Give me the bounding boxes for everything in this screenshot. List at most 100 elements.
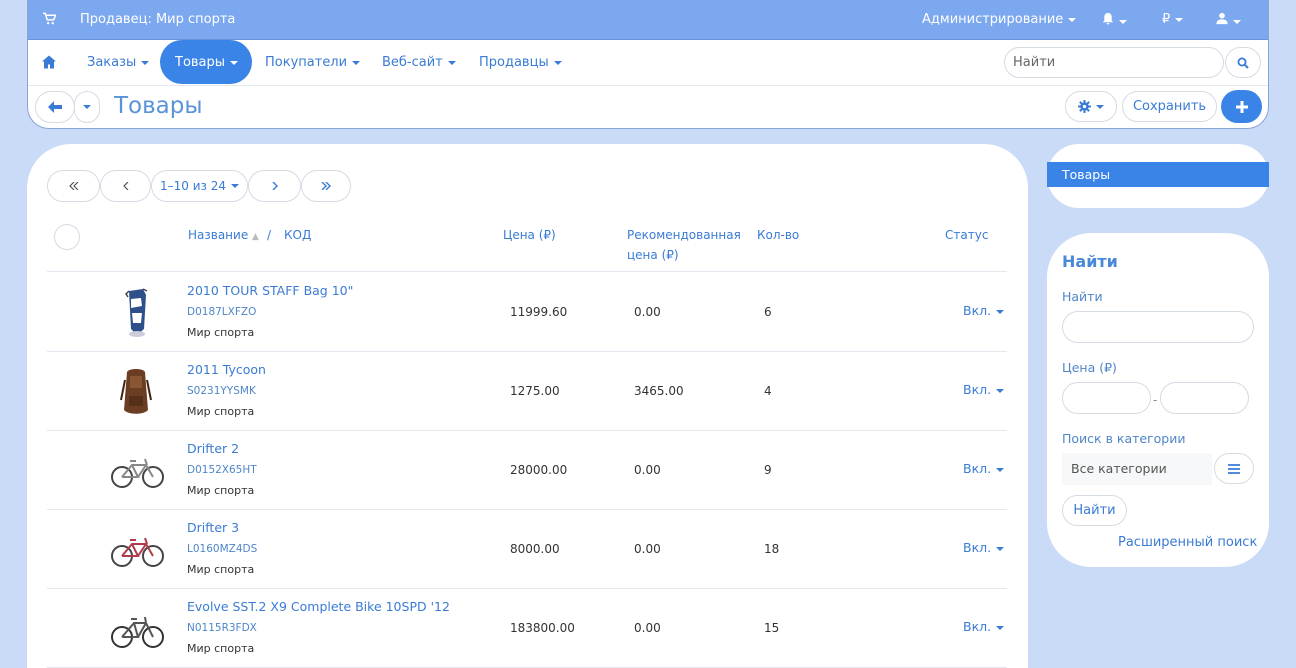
sort-asc-icon: ▲	[252, 232, 259, 242]
admin-menu-label: Администрирование	[922, 12, 1064, 27]
product-name-link[interactable]: 2010 TOUR STAFF Bag 10"	[187, 283, 353, 298]
status-dropdown[interactable]: Вкл.	[963, 540, 1005, 555]
nav-website[interactable]: Веб-сайт	[382, 55, 456, 70]
plus-icon	[1235, 100, 1248, 113]
sort-by-name[interactable]: Название ▲	[188, 225, 259, 247]
prev-page-button[interactable]	[100, 170, 151, 202]
nav-products-label: Товары	[175, 55, 226, 70]
price-range-dash: -	[1153, 393, 1158, 407]
first-page-button[interactable]	[47, 170, 100, 202]
chevron-down-icon	[230, 184, 239, 188]
product-price[interactable]: 11999.60	[510, 305, 567, 319]
user-menu[interactable]	[1216, 12, 1241, 29]
admin-menu[interactable]: Администрирование	[922, 12, 1077, 27]
category-field[interactable]: Все категории	[1062, 453, 1212, 485]
product-name-link[interactable]: Evolve SST.2 X9 Complete Bike 10SPD '12	[187, 599, 450, 614]
product-name-link[interactable]: Drifter 3	[187, 520, 239, 535]
table-row: Drifter 3 L0160MZ4DS Мир спорта 8000.00 …	[47, 510, 1007, 589]
products-panel: 1–10 из 24 Название ▲ / КОД Цена (₽) Рек…	[27, 144, 1028, 668]
notifications-menu[interactable]	[1102, 12, 1127, 29]
product-qty[interactable]: 18	[764, 542, 779, 556]
page-range-dropdown[interactable]: 1–10 из 24	[151, 170, 248, 202]
advanced-search-link[interactable]: Расширенный поиск	[1118, 535, 1257, 550]
nav-vendors[interactable]: Продавцы	[479, 55, 562, 70]
product-vendor: Мир спорта	[187, 405, 255, 418]
cart-icon[interactable]	[43, 12, 56, 26]
price-to-field[interactable]	[1160, 382, 1249, 414]
header-card: Продавец: Мир спорта Администрирование ₽…	[27, 0, 1269, 129]
product-code[interactable]: L0160MZ4DS	[187, 543, 257, 555]
nav-customers[interactable]: Покупатели	[265, 55, 361, 70]
chevron-down-icon	[1096, 104, 1104, 109]
product-code[interactable]: D0187LXFZO	[187, 306, 256, 318]
find-label: Найти	[1062, 289, 1103, 304]
next-page-button[interactable]	[248, 170, 301, 202]
double-chevron-right-icon	[321, 182, 331, 190]
chevron-down-icon	[141, 60, 150, 65]
product-qty[interactable]: 6	[764, 305, 772, 319]
sort-by-status[interactable]: Статус	[945, 225, 988, 245]
sort-by-code[interactable]: КОД	[284, 225, 311, 245]
back-button[interactable]	[35, 91, 75, 123]
gear-icon	[1078, 100, 1091, 113]
sidebar-nav: Товары	[1047, 144, 1269, 208]
chevron-down-icon	[553, 60, 562, 65]
product-qty[interactable]: 9	[764, 463, 772, 477]
sort-by-rec-price[interactable]: Рекомендованная цена (₽)	[627, 225, 741, 265]
product-price[interactable]: 8000.00	[510, 542, 560, 556]
find-field[interactable]	[1062, 311, 1254, 343]
category-picker-button[interactable]	[1214, 453, 1254, 484]
bicycle-icon[interactable]	[107, 603, 167, 655]
name-column-label: Название	[188, 228, 249, 242]
product-code[interactable]: S0231YYSMK	[187, 385, 256, 397]
product-price[interactable]: 1275.00	[510, 384, 560, 398]
table-row: 2010 TOUR STAFF Bag 10" D0187LXFZO Мир с…	[47, 273, 1007, 352]
product-name-link[interactable]: 2011 Tycoon	[187, 362, 266, 377]
price-from-field[interactable]	[1062, 382, 1151, 414]
last-page-button[interactable]	[301, 170, 351, 202]
product-name-link[interactable]: Drifter 2	[187, 441, 239, 456]
chevron-down-icon	[996, 388, 1005, 393]
status-dropdown[interactable]: Вкл.	[963, 382, 1005, 397]
sort-by-price[interactable]: Цена (₽)	[503, 225, 556, 245]
save-button[interactable]: Сохранить	[1122, 91, 1217, 122]
table-header: Название ▲ / КОД Цена (₽) Рекомендованна…	[47, 224, 1007, 272]
bicycle-icon[interactable]	[107, 524, 167, 576]
home-icon[interactable]	[42, 55, 56, 69]
status-dropdown[interactable]: Вкл.	[963, 461, 1005, 476]
product-code[interactable]: D0152X65HT	[187, 464, 257, 476]
nav-orders[interactable]: Заказы	[87, 55, 150, 70]
history-dropdown[interactable]	[74, 91, 100, 123]
search-input[interactable]	[1004, 47, 1224, 78]
settings-dropdown[interactable]	[1065, 91, 1117, 122]
chevron-down-icon	[996, 309, 1005, 314]
vendor-label[interactable]: Продавец: Мир спорта	[80, 12, 235, 27]
golf-bag-icon[interactable]	[107, 287, 167, 339]
sidebar-item-products[interactable]: Товары	[1047, 162, 1269, 187]
search-submit-button[interactable]: Найти	[1062, 495, 1127, 526]
product-price[interactable]: 183800.00	[510, 621, 575, 635]
product-code[interactable]: N0115R3FDX	[187, 622, 257, 634]
status-label: Вкл.	[963, 619, 992, 634]
status-label: Вкл.	[963, 540, 992, 555]
chevron-down-icon	[1068, 17, 1077, 22]
add-product-button[interactable]	[1221, 90, 1262, 123]
product-vendor: Мир спорта	[187, 642, 255, 655]
search-button[interactable]	[1225, 47, 1261, 78]
category-label: Поиск в категории	[1062, 431, 1186, 446]
page-range-label: 1–10 из 24	[160, 179, 226, 193]
search-panel: Найти Найти Цена (₽) - Поиск в категории…	[1047, 233, 1269, 567]
status-dropdown[interactable]: Вкл.	[963, 303, 1005, 318]
nav-products[interactable]: Товары	[160, 40, 253, 84]
nav-vendors-label: Продавцы	[479, 55, 549, 70]
select-all-checkbox[interactable]	[54, 224, 80, 250]
chevron-down-icon	[83, 105, 91, 109]
currency-menu[interactable]: ₽	[1162, 12, 1184, 27]
product-qty[interactable]: 15	[764, 621, 779, 635]
backpack-icon[interactable]	[107, 366, 167, 418]
sort-by-qty[interactable]: Кол-во	[757, 225, 799, 245]
product-price[interactable]: 28000.00	[510, 463, 567, 477]
bicycle-icon[interactable]	[107, 445, 167, 497]
product-qty[interactable]: 4	[764, 384, 772, 398]
status-dropdown[interactable]: Вкл.	[963, 619, 1005, 634]
